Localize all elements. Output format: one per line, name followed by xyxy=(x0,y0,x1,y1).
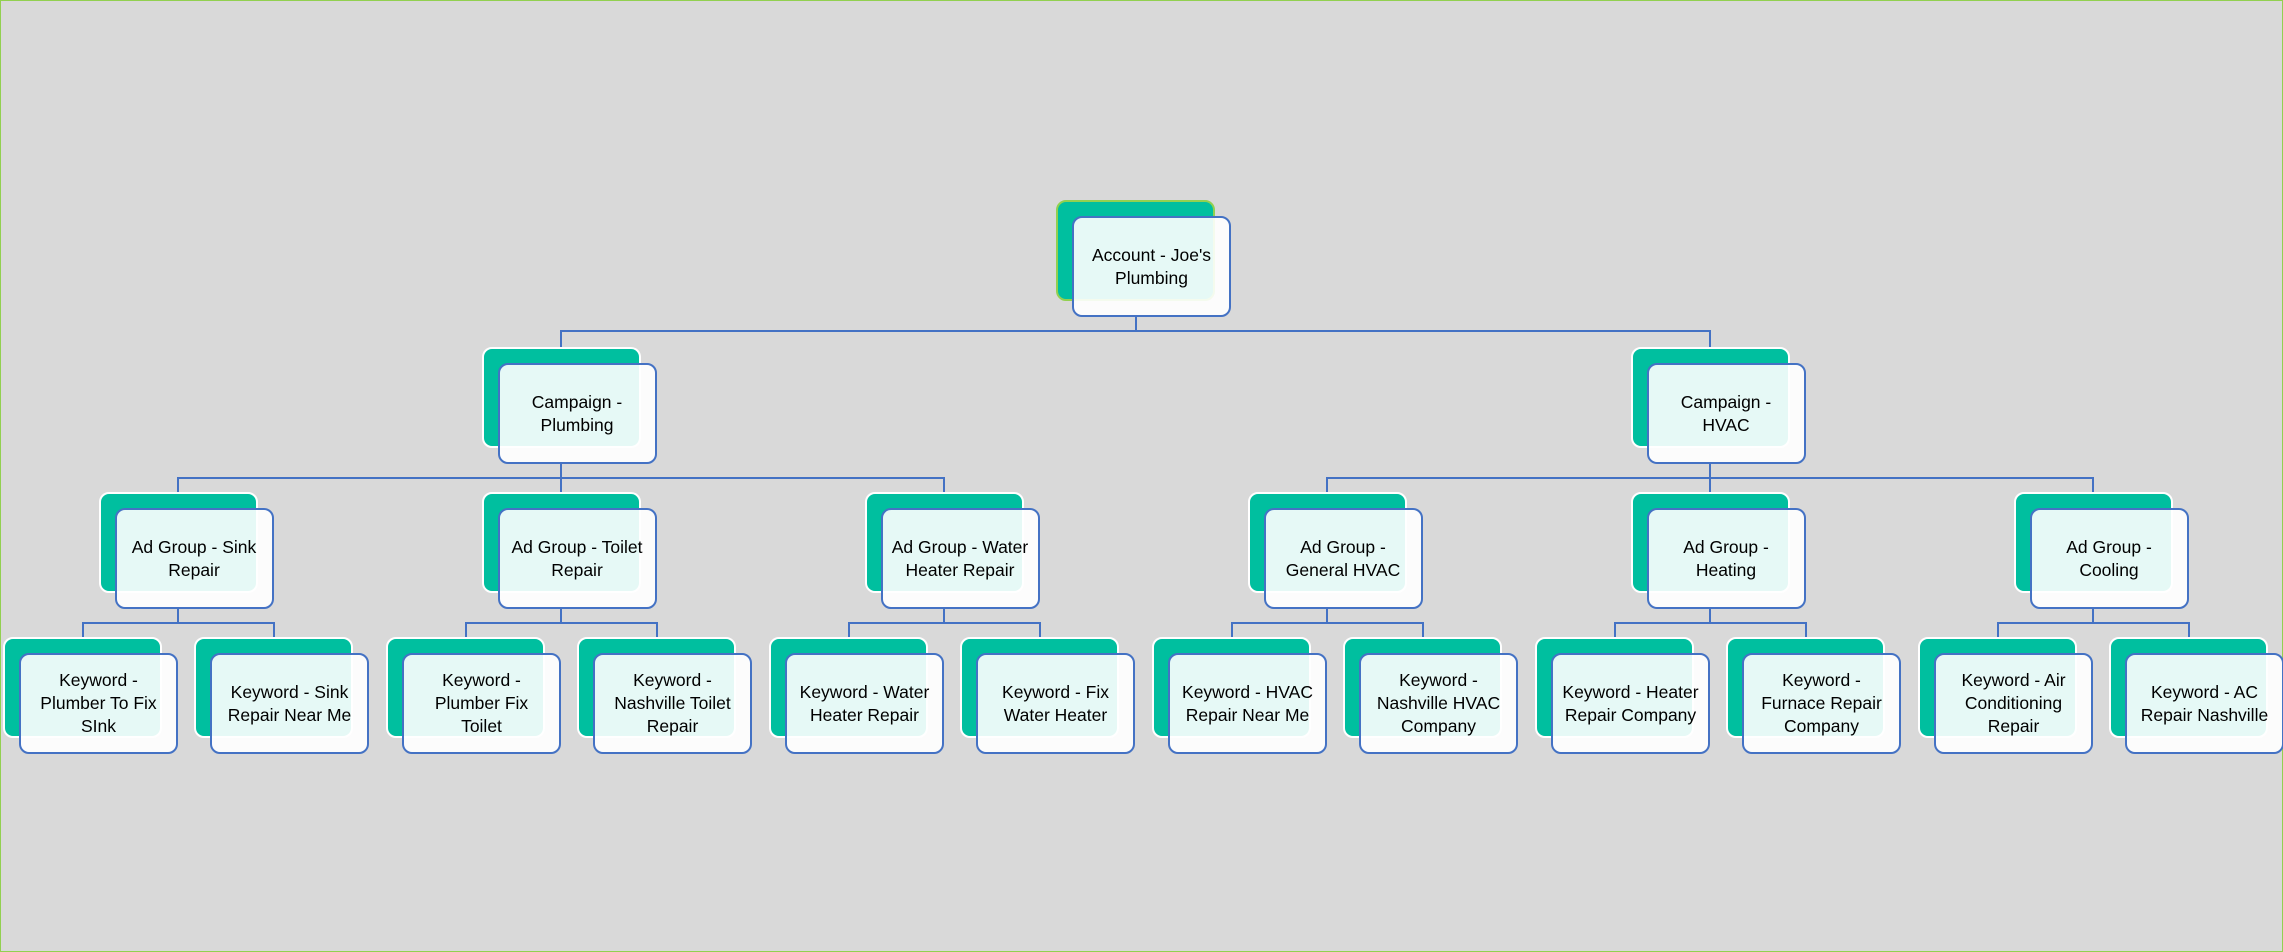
node-label: Campaign - HVAC xyxy=(1680,391,1772,435)
connector-line xyxy=(1421,623,1424,637)
node-label: Keyword - Plumber Fix Toilet xyxy=(434,670,529,736)
node-label: Keyword - Fix Water Heater xyxy=(1002,681,1109,725)
node-label: Keyword - Heater Repair Company xyxy=(1562,681,1699,725)
connector-line xyxy=(847,623,850,637)
connector-line xyxy=(464,623,467,637)
campaign-node[interactable]: Campaign - Plumbing xyxy=(497,363,657,464)
connector-line xyxy=(1230,623,1233,637)
connector-line xyxy=(1326,478,1328,492)
connector-line xyxy=(272,623,275,637)
node-label: Keyword - Nashville Toilet Repair xyxy=(614,670,731,736)
ad-group-node[interactable]: Ad Group - General HVAC xyxy=(1263,508,1423,609)
connector-line xyxy=(464,622,658,624)
connector-line xyxy=(1804,623,1807,637)
node-label: Ad Group - Toilet Repair xyxy=(511,536,643,580)
keyword-node[interactable]: Keyword - Nashville Toilet Repair xyxy=(593,653,752,754)
ad-group-node[interactable]: Ad Group - Toilet Repair xyxy=(497,508,657,609)
keyword-node[interactable]: Keyword - Plumber Fix Toilet xyxy=(402,653,561,754)
keyword-node[interactable]: Keyword - Nashville HVAC Company xyxy=(1359,653,1518,754)
node-label: Campaign - Plumbing xyxy=(531,391,623,435)
ad-group-node[interactable]: Ad Group - Water Heater Repair xyxy=(880,508,1040,609)
connector-line xyxy=(655,623,658,637)
connector-line xyxy=(943,478,945,492)
keyword-node[interactable]: Keyword - Sink Repair Near Me xyxy=(210,653,369,754)
keyword-node[interactable]: Keyword - Heater Repair Company xyxy=(1551,653,1710,754)
connector-line xyxy=(2092,478,2094,492)
connector-line xyxy=(560,331,562,347)
connector-line xyxy=(1996,623,1999,637)
ad-group-node[interactable]: Ad Group - Cooling xyxy=(2029,508,2189,609)
node-label: Ad Group - Sink Repair xyxy=(131,536,257,580)
connector-line xyxy=(847,622,1041,624)
keyword-node[interactable]: Keyword - Air Conditioning Repair xyxy=(1934,653,2093,754)
connector-line xyxy=(1613,622,1807,624)
node-label: Ad Group - General HVAC xyxy=(1285,536,1401,580)
ad-group-node[interactable]: Ad Group - Sink Repair xyxy=(114,508,274,609)
account-node[interactable]: Account - Joe's Plumbing xyxy=(1072,216,1231,317)
keyword-node[interactable]: Keyword - Furnace Repair Company xyxy=(1742,653,1901,754)
connector-line xyxy=(1613,623,1616,637)
connector-line xyxy=(2187,623,2190,637)
connector-line xyxy=(1230,622,1424,624)
connector-line xyxy=(1996,622,2190,624)
keyword-node[interactable]: Keyword - AC Repair Nashville xyxy=(2125,653,2283,754)
node-label: Ad Group - Heating xyxy=(1683,536,1769,580)
connector-line xyxy=(1038,623,1041,637)
connector-line xyxy=(1709,331,1711,347)
node-label: Keyword - HVAC Repair Near Me xyxy=(1182,681,1313,725)
keyword-node[interactable]: Keyword - Water Heater Repair xyxy=(785,653,944,754)
node-label: Keyword - Sink Repair Near Me xyxy=(227,681,352,725)
connector-line xyxy=(177,478,179,492)
ad-group-node[interactable]: Ad Group - Heating xyxy=(1646,508,1806,609)
keyword-node[interactable]: Keyword - HVAC Repair Near Me xyxy=(1168,653,1327,754)
node-label: Account - Joe's Plumbing xyxy=(1091,244,1212,288)
connector-line xyxy=(560,478,562,492)
node-label: Keyword - Nashville HVAC Company xyxy=(1376,670,1501,736)
node-label: Keyword - AC Repair Nashville xyxy=(2140,681,2269,725)
node-label: Keyword - Water Heater Repair xyxy=(799,681,930,725)
connector-line xyxy=(81,622,275,624)
campaign-node[interactable]: Campaign - HVAC xyxy=(1646,363,1806,464)
connector-line xyxy=(81,623,84,637)
node-label: Keyword - Plumber To Fix SInk xyxy=(40,670,157,736)
node-label: Keyword - Furnace Repair Company xyxy=(1761,670,1882,736)
connector-line xyxy=(1709,478,1711,492)
node-label: Ad Group - Cooling xyxy=(2066,536,2152,580)
connector-line xyxy=(560,330,1711,332)
node-label: Keyword - Air Conditioning Repair xyxy=(1961,670,2066,736)
node-label: Ad Group - Water Heater Repair xyxy=(891,536,1029,580)
keyword-node[interactable]: Keyword - Plumber To Fix SInk xyxy=(19,653,178,754)
keyword-node[interactable]: Keyword - Fix Water Heater xyxy=(976,653,1135,754)
diagram-frame xyxy=(0,0,2283,952)
